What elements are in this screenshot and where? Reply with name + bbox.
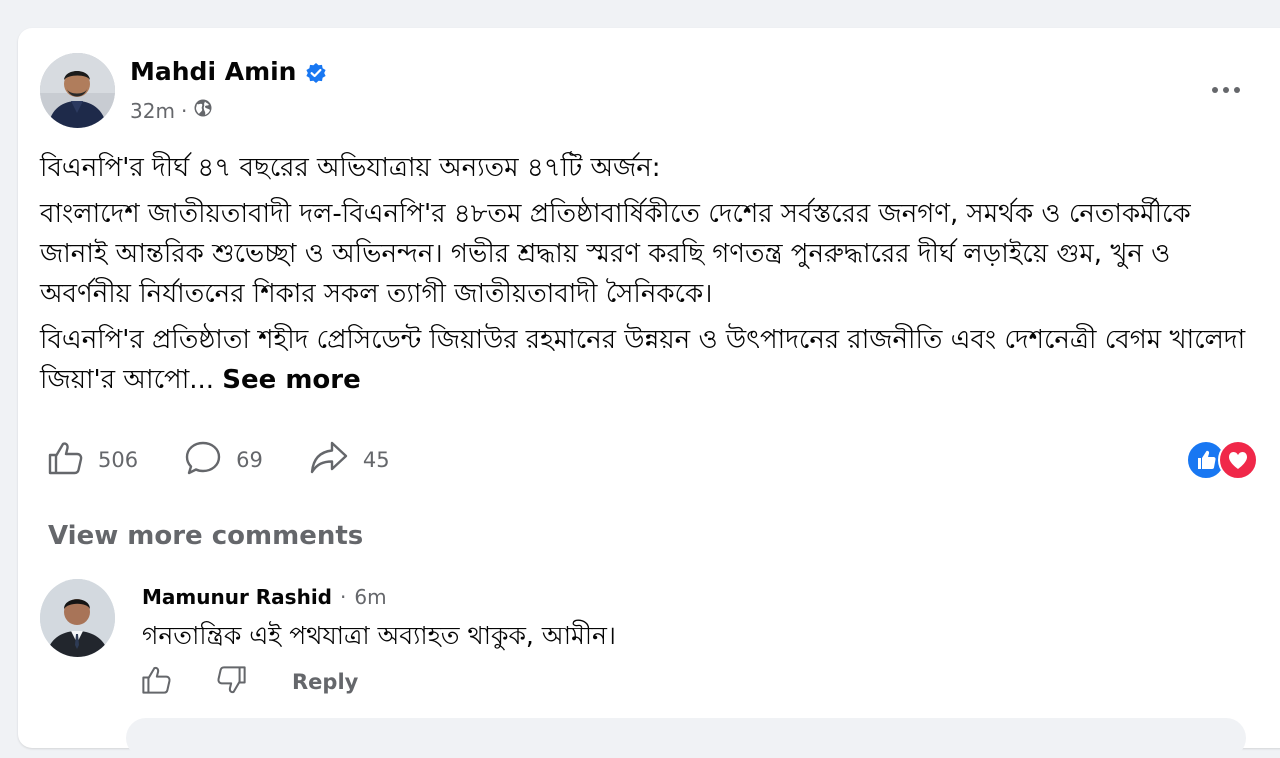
comment-input-area[interactable] — [126, 718, 1246, 758]
post-meta: 32m · — [130, 98, 213, 123]
share-count: 45 — [362, 448, 390, 472]
meta-separator: · — [180, 98, 188, 123]
globe-icon — [193, 98, 213, 123]
share-icon — [309, 439, 349, 482]
comment-header: Mamunur Rashid · 6m — [142, 585, 387, 609]
comment-button[interactable]: 69 — [184, 439, 263, 482]
post-time[interactable]: 32m — [130, 99, 175, 123]
see-more-link[interactable]: See more — [222, 365, 360, 395]
post-body: বিএনপি'র দীর্ঘ ৪৭ বছরের অভিযাত্রায় অন্য… — [40, 148, 1260, 400]
post-paragraph: বিএনপি'র প্রতিষ্ঠাতা শহীদ প্রেসিডেন্ট জি… — [40, 320, 1260, 400]
comment-actions: Reply — [140, 664, 358, 700]
comment-separator: · — [340, 585, 347, 609]
like-icon — [46, 439, 84, 482]
comment-dislike-button[interactable] — [216, 664, 248, 701]
dot-icon — [1212, 87, 1218, 93]
dot-icon — [1223, 87, 1229, 93]
like-button[interactable]: 506 — [46, 439, 138, 482]
author-avatar[interactable] — [40, 53, 115, 128]
comment-like-button[interactable] — [140, 664, 172, 701]
share-button[interactable]: 45 — [309, 439, 390, 482]
author-name[interactable]: Mahdi Amin — [130, 57, 296, 86]
post-paragraph-text: বিএনপি'র প্রতিষ্ঠাতা শহীদ প্রেসিডেন্ট জি… — [40, 325, 1246, 395]
post-paragraph: বাংলাদেশ জাতীয়তাবাদী দল-বিএনপি'র ৪৮তম প… — [40, 199, 1191, 309]
comment-count: 69 — [236, 448, 263, 472]
post-paragraph: বিএনপি'র দীর্ঘ ৪৭ বছরের অভিযাত্রায় অন্য… — [40, 153, 661, 183]
verified-badge-icon — [305, 61, 327, 83]
comment-icon — [184, 439, 222, 482]
commenter-avatar[interactable] — [40, 579, 115, 657]
comment-text: গনতান্ত্রিক এই পথযাত্রা অব্যাহত থাকুক, আ… — [142, 621, 616, 650]
thumbs-up-icon — [142, 666, 171, 694]
post-author[interactable]: Mahdi Amin — [130, 57, 327, 86]
love-reaction-icon — [1218, 440, 1258, 480]
comment-time[interactable]: 6m — [354, 585, 386, 609]
dot-icon — [1234, 87, 1240, 93]
post-card: Mahdi Amin 32m · বিএনপি'র দীর্ঘ ৪৭ বছরের… — [18, 28, 1280, 758]
more-options-button[interactable] — [1208, 78, 1244, 102]
reaction-summary[interactable] — [1186, 438, 1258, 480]
thumbs-down-icon — [217, 665, 246, 693]
like-count: 506 — [98, 448, 139, 472]
reply-button[interactable]: Reply — [292, 670, 358, 694]
commenter-name[interactable]: Mamunur Rashid — [142, 585, 332, 609]
post-actions: 506 69 45 — [46, 438, 436, 482]
view-more-comments-link[interactable]: View more comments — [48, 521, 363, 551]
